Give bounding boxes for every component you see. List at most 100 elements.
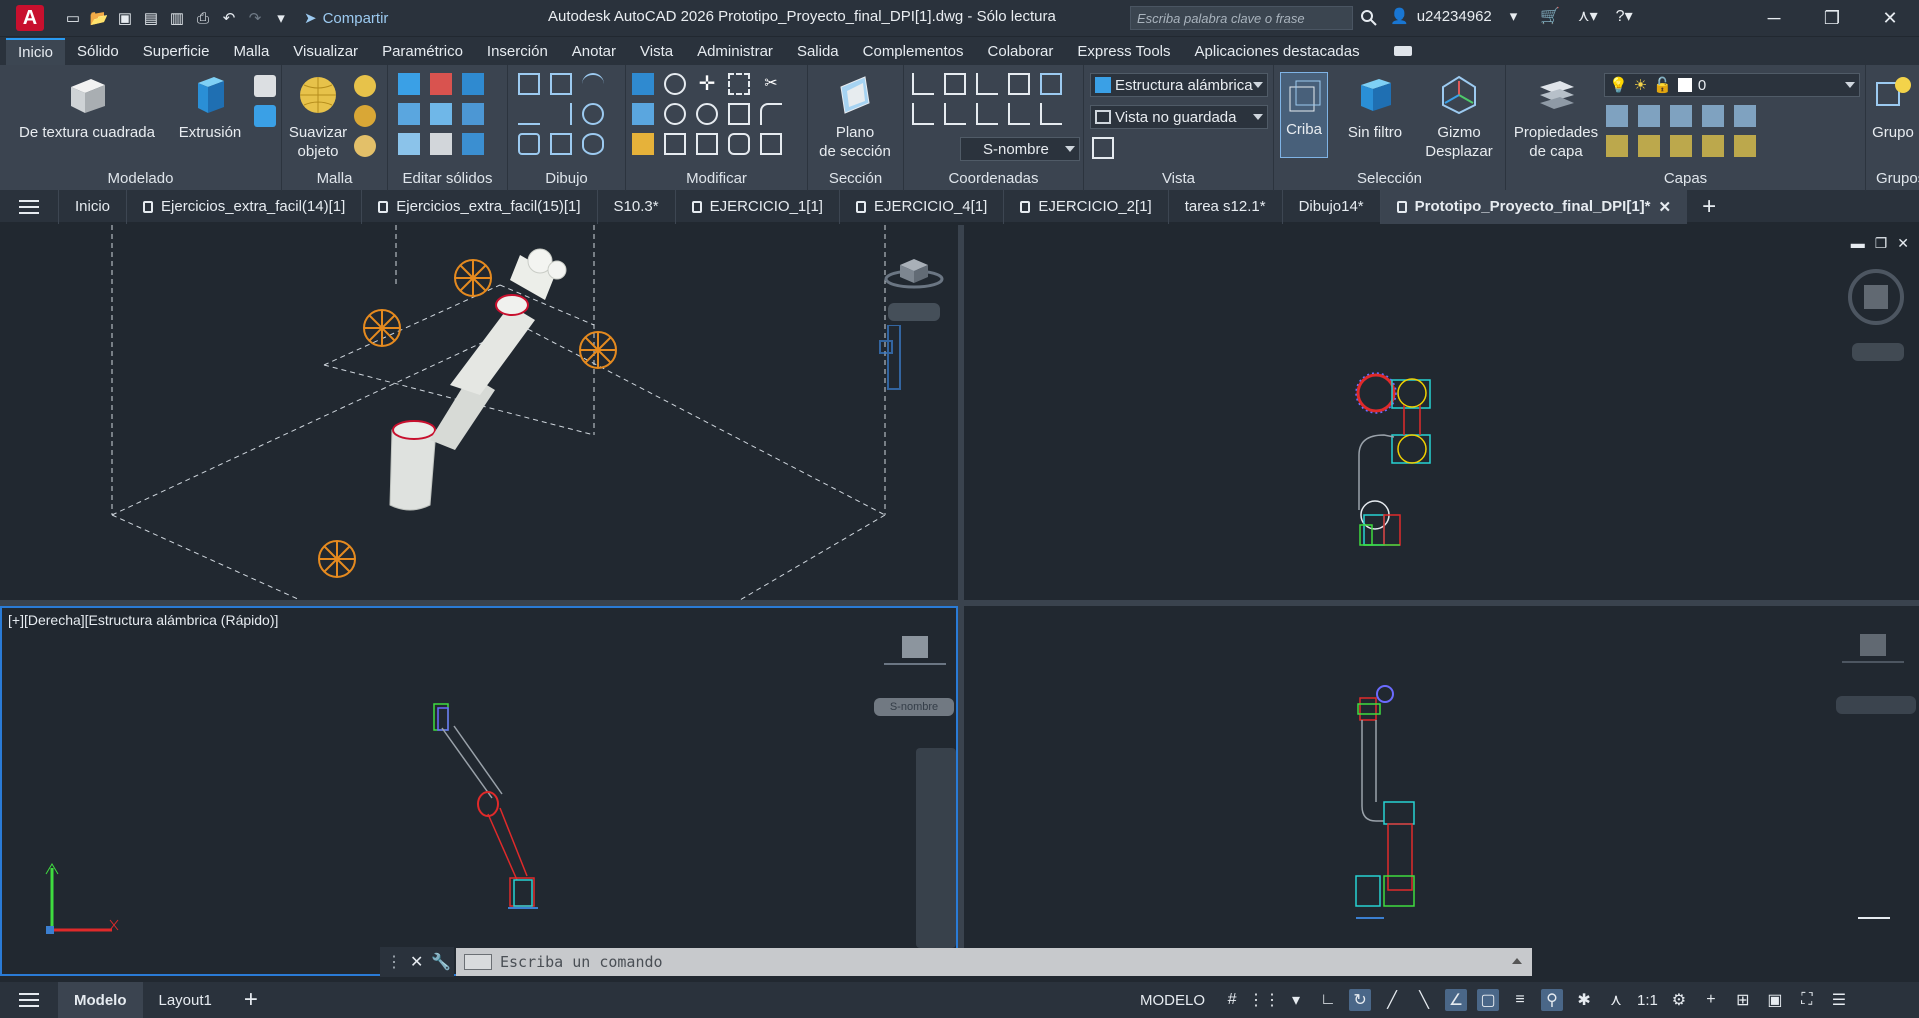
close-icon[interactable]: ✕ bbox=[1861, 0, 1919, 36]
cart-icon[interactable]: 🛒 bbox=[1540, 6, 1560, 26]
ucs-icon[interactable] bbox=[912, 73, 934, 95]
dynamic-ucs-icon[interactable]: ∠ bbox=[1445, 989, 1468, 1011]
layer-select[interactable]: 💡 ☀ 🔓 0 bbox=[1604, 73, 1860, 97]
named-view-select[interactable]: Vista no guardada bbox=[1090, 105, 1268, 129]
layer-freeze-icon[interactable] bbox=[1670, 105, 1692, 127]
culling-button[interactable]: Criba bbox=[1280, 72, 1328, 158]
open-folder-icon[interactable]: 📂 bbox=[88, 7, 110, 29]
viewport-top-left[interactable] bbox=[0, 225, 958, 600]
document-tab[interactable]: EJERCICIO_2[1] bbox=[1003, 189, 1167, 224]
hamburger-menu-icon[interactable] bbox=[0, 190, 58, 224]
extract-edges-icon[interactable] bbox=[462, 133, 484, 155]
close-tab-icon[interactable]: ✕ bbox=[1659, 198, 1672, 216]
3d-align-icon[interactable] bbox=[632, 103, 654, 125]
3d-polyline-icon[interactable] bbox=[550, 73, 572, 95]
shell-icon[interactable] bbox=[430, 103, 452, 125]
tab-inserción[interactable]: Inserción bbox=[475, 39, 560, 64]
ucs-selector-blurred[interactable] bbox=[888, 303, 940, 321]
document-tab[interactable]: Prototipo_Proyecto_final_DPI[1]* ✕ bbox=[1379, 189, 1688, 224]
union-icon[interactable] bbox=[398, 73, 420, 95]
tab-express-tools[interactable]: Express Tools bbox=[1065, 39, 1182, 64]
ucs-view-icon[interactable] bbox=[912, 103, 934, 125]
tab-inicio[interactable]: Inicio bbox=[6, 37, 66, 65]
tab-complementos[interactable]: Complementos bbox=[851, 39, 976, 64]
fillet-edge-icon[interactable] bbox=[462, 103, 484, 125]
section-plane-button[interactable]: Plano de sección bbox=[812, 73, 898, 161]
plus-icon[interactable]: + bbox=[1700, 989, 1722, 1011]
object-snap-icon[interactable]: ▢ bbox=[1477, 989, 1500, 1011]
search-icon[interactable] bbox=[1358, 6, 1380, 30]
rectangle-icon[interactable] bbox=[550, 133, 572, 155]
isodraft-icon[interactable]: ╱ bbox=[1381, 989, 1403, 1011]
polar-tracking-icon[interactable]: ↻ bbox=[1349, 989, 1372, 1011]
annotation-visibility-icon[interactable]: ⚲ bbox=[1541, 989, 1564, 1011]
line-icon[interactable] bbox=[550, 103, 572, 125]
qat-dropdown-icon[interactable]: ▾ bbox=[270, 7, 292, 29]
undo-icon[interactable]: ↶ bbox=[218, 7, 240, 29]
publish-icon[interactable]: ▥ bbox=[166, 7, 188, 29]
gizmo-button[interactable]: Gizmo Desplazar bbox=[1418, 73, 1500, 161]
lineweight-icon[interactable]: ≡ bbox=[1509, 989, 1531, 1011]
solid-primitive-icon[interactable] bbox=[254, 75, 276, 97]
ucs-previous-icon[interactable] bbox=[944, 103, 966, 125]
visual-style-select[interactable]: Estructura alámbrica bbox=[1090, 73, 1268, 97]
layer-unlock-icon[interactable] bbox=[1702, 135, 1724, 157]
restore-icon[interactable]: ❐ bbox=[1803, 0, 1861, 36]
grip-icon[interactable]: ⋮ bbox=[386, 952, 402, 972]
document-tab[interactable]: tarea s12.1* bbox=[1167, 189, 1282, 224]
ucs-world-icon[interactable] bbox=[944, 73, 966, 95]
annotation-scale-icon[interactable]: ⋏ bbox=[1605, 989, 1627, 1011]
command-history-chevron-icon[interactable] bbox=[1512, 958, 1522, 964]
polyline-icon[interactable] bbox=[518, 73, 540, 95]
extrusion-button[interactable]: Extrusión bbox=[172, 73, 248, 142]
layer-properties-button[interactable]: Propiedades de capa bbox=[1510, 73, 1602, 161]
user-account[interactable]: 👤 u24234962 ▾ bbox=[1390, 7, 1517, 26]
trim-icon[interactable]: ✂ bbox=[760, 73, 782, 95]
tab-salida[interactable]: Salida bbox=[785, 39, 851, 64]
spline-icon[interactable] bbox=[518, 103, 540, 125]
thicken-icon[interactable] bbox=[430, 133, 452, 155]
group-button[interactable]: Grupo bbox=[1868, 73, 1918, 142]
circle-icon[interactable] bbox=[582, 103, 604, 125]
copy-icon[interactable] bbox=[696, 133, 718, 155]
ucs-name-select[interactable]: S-nombre bbox=[960, 137, 1080, 161]
tab-paramétrico[interactable]: Paramétrico bbox=[370, 39, 475, 64]
ucs-x-icon[interactable] bbox=[976, 73, 998, 95]
polygon-icon[interactable] bbox=[518, 133, 540, 155]
close-icon[interactable]: ✕ bbox=[410, 952, 423, 972]
ucs-z-icon[interactable] bbox=[1008, 103, 1030, 125]
model-space-toggle[interactable]: MODELO bbox=[1140, 992, 1205, 1009]
viewcube[interactable] bbox=[884, 253, 944, 289]
mesh-smooth-less-icon[interactable] bbox=[354, 105, 376, 127]
3d-array-icon[interactable] bbox=[664, 103, 686, 125]
subtract-icon[interactable] bbox=[430, 73, 452, 95]
tab-aplicaciones-destacadas[interactable]: Aplicaciones destacadas bbox=[1183, 39, 1372, 64]
customize-menu-icon[interactable]: ☰ bbox=[1828, 989, 1850, 1011]
customize-wrench-icon[interactable]: 🔧 bbox=[431, 952, 451, 972]
share-button[interactable]: ➤ Compartir bbox=[304, 9, 388, 28]
tab-anotar[interactable]: Anotar bbox=[560, 39, 628, 64]
slice-icon[interactable] bbox=[398, 103, 420, 125]
add-layout-icon[interactable]: + bbox=[228, 982, 274, 1018]
explode-icon[interactable] bbox=[760, 133, 782, 155]
ribbon-minimize-toggle-icon[interactable] bbox=[1393, 46, 1412, 56]
search-input[interactable]: Escriba palabra clave o frase bbox=[1130, 6, 1353, 30]
ellipse-icon[interactable] bbox=[582, 133, 604, 155]
units-icon[interactable]: ⊞ bbox=[1732, 989, 1754, 1011]
layer-unisolate-icon[interactable] bbox=[1638, 135, 1660, 157]
settings-gear-icon[interactable]: ⚙ bbox=[1668, 989, 1690, 1011]
move-icon[interactable]: ✛ bbox=[696, 73, 718, 95]
box-button[interactable]: De textura cuadrada bbox=[12, 73, 162, 142]
arc-icon[interactable] bbox=[582, 73, 604, 95]
mesh-smooth-more-icon[interactable] bbox=[354, 75, 376, 97]
layer-lock-icon[interactable] bbox=[1702, 105, 1724, 127]
layer-current-icon[interactable] bbox=[1734, 135, 1756, 157]
ucs-origin-icon[interactable] bbox=[1008, 73, 1030, 95]
erase-icon[interactable] bbox=[632, 133, 654, 155]
navbar-tools[interactable] bbox=[874, 324, 904, 395]
save-icon[interactable]: ▣ bbox=[114, 7, 136, 29]
ucs-object-icon[interactable] bbox=[1040, 103, 1062, 125]
new-file-icon[interactable]: ▭ bbox=[62, 7, 84, 29]
scale-value[interactable]: 1:1 bbox=[1637, 989, 1658, 1011]
layer-thaw-icon[interactable] bbox=[1670, 135, 1692, 157]
